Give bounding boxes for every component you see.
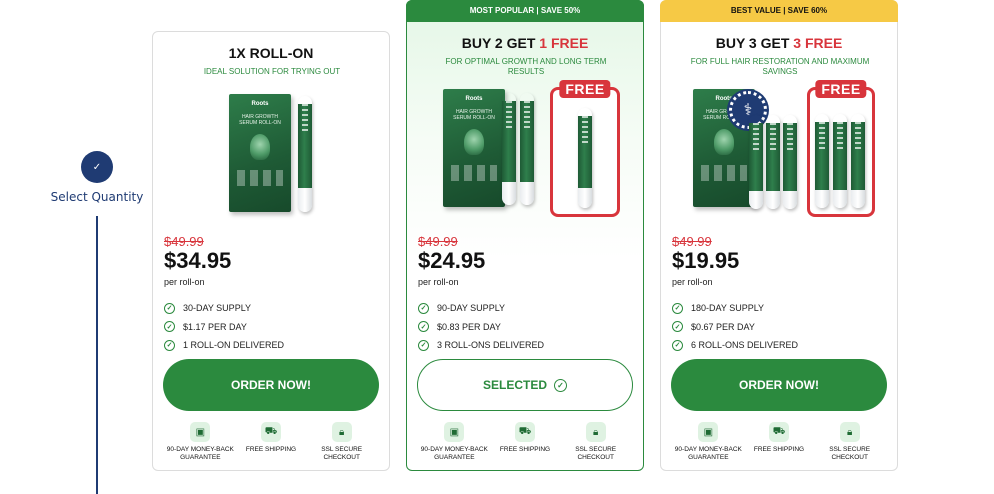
check-circle-icon: ✓	[418, 339, 429, 351]
check-circle-icon: ✓	[554, 378, 567, 392]
wallet-icon: ▣	[444, 422, 465, 442]
package-card-1x[interactable]: 1X ROLL-ON IDEAL SOLUTION FOR TRYING OUT…	[152, 31, 390, 471]
package-title: 1X ROLL-ON	[228, 45, 314, 61]
roll-on-bottle	[502, 93, 516, 205]
product-image: Roots HAIR GROWTH SERUM ROLL-ON	[229, 94, 319, 219]
price-unit: per roll-on	[418, 277, 459, 287]
roll-on-bottle	[815, 114, 829, 208]
free-item-frame: FREE	[807, 80, 875, 217]
original-price: $49.99	[672, 234, 712, 249]
trust-badges: ▣ 90-DAY MONEY-BACK GUARANTEE ⛟ FREE SHIPP…	[407, 422, 643, 462]
feature-list: ✓ 30-DAY SUPPLY ✓ $1.17 PER DAY ✓ 1 ROLL-ON…	[164, 299, 374, 355]
feature-item: ✓ 30-DAY SUPPLY	[164, 299, 374, 318]
order-now-button[interactable]: ORDER NOW!	[163, 359, 379, 411]
original-price: $49.99	[164, 234, 204, 249]
sale-price: $34.95	[164, 248, 232, 273]
package-card-buy3get3[interactable]: BEST VALUE | SAVE 60% BUY 3 GET 3 FREE F…	[660, 0, 898, 471]
check-circle-icon: ✓	[418, 321, 429, 333]
badge-ssl: 🔒︎ SSL SECURE CHECKOUT	[306, 422, 377, 462]
feature-list: ✓ 90-DAY SUPPLY ✓ $0.83 PER DAY ✓ 3 ROLL-ON…	[418, 299, 628, 355]
check-circle-icon: ✓	[672, 321, 683, 333]
lock-icon: 🔒︎	[585, 422, 606, 442]
feature-item: ✓ 6 ROLL-ONS DELIVERED	[672, 336, 882, 355]
step-label: Select Quantity	[50, 190, 144, 204]
best-value-banner: BEST VALUE | SAVE 60%	[660, 0, 898, 22]
check-circle-icon: ✓	[672, 339, 683, 351]
badge-money-back: ▣ 90-DAY MONEY-BACK GUARANTEE	[419, 422, 490, 462]
roll-on-bottle	[749, 115, 763, 209]
check-circle-icon: ✓	[418, 302, 429, 314]
trust-badges: ▣ 90-DAY MONEY-BACK GUARANTEE ⛟ FREE SHIPP…	[661, 422, 897, 462]
order-now-button[interactable]: ORDER NOW!	[671, 359, 887, 411]
lock-icon: 🔒︎	[839, 422, 860, 442]
badge-ssl: 🔒︎ SSL SECURE CHECKOUT	[560, 422, 631, 462]
roll-on-bottle	[783, 115, 797, 209]
feature-item: ✓ 90-DAY SUPPLY	[418, 299, 628, 318]
truck-icon: ⛟	[515, 422, 535, 442]
feature-item: ✓ 180-DAY SUPPLY	[672, 299, 882, 318]
feature-list: ✓ 180-DAY SUPPLY ✓ $0.67 PER DAY ✓ 6 ROLL-O…	[672, 299, 882, 355]
roll-on-bottle	[766, 115, 780, 209]
free-tag: FREE	[815, 80, 867, 98]
roll-on-bottle	[298, 96, 312, 212]
wallet-icon: ▣	[190, 422, 211, 442]
free-item-frame: FREE	[550, 80, 620, 217]
sale-price: $24.95	[418, 248, 486, 273]
package-subtitle: FOR FULL HAIR RESTORATION AND MAXIMUM SA…	[690, 57, 870, 76]
roll-on-bottle	[851, 114, 865, 208]
badge-ssl: 🔒︎ SSL SECURE CHECKOUT	[814, 422, 885, 462]
lock-icon: 🔒︎	[331, 422, 352, 442]
truck-icon: ⛟	[261, 422, 281, 442]
feature-item: ✓ $0.67 PER DAY	[672, 318, 882, 337]
selected-button[interactable]: SELECTED ✓	[417, 359, 633, 411]
package-subtitle: IDEAL SOLUTION FOR TRYING OUT	[203, 67, 341, 76]
package-title: BUY 2 GET 1 FREE	[461, 35, 589, 51]
package-card-buy2get1[interactable]: MOST POPULAR | SAVE 50% BUY 2 GET 1 FREE…	[406, 0, 644, 471]
check-circle-icon: ✓	[164, 302, 175, 314]
step-indicator-check-icon: ✓	[81, 151, 113, 183]
feature-item: ✓ 1 ROLL-ON DELIVERED	[164, 336, 374, 355]
badge-free-shipping: ⛟ FREE SHIPPING	[744, 422, 815, 462]
feature-item: ✓ 3 ROLL-ONS DELIVERED	[418, 336, 628, 355]
feature-item: ✓ $1.17 PER DAY	[164, 318, 374, 337]
package-subtitle: FOR OPTIMAL GROWTH AND LONG TERM RESULTS	[445, 57, 607, 76]
wallet-icon: ▣	[698, 422, 719, 442]
roll-on-bottle	[520, 93, 534, 205]
product-image: Roots HAIR GROWTH SERUM ROLL-ON ⚕ FREE	[689, 80, 879, 217]
price-unit: per roll-on	[164, 277, 205, 287]
check-circle-icon: ✓	[164, 339, 175, 351]
roll-on-bottle	[833, 114, 847, 208]
most-popular-banner: MOST POPULAR | SAVE 50%	[406, 0, 644, 22]
badge-free-shipping: ⛟ FREE SHIPPING	[490, 422, 561, 462]
badge-money-back: ▣ 90-DAY MONEY-BACK GUARANTEE	[673, 422, 744, 462]
free-tag: FREE	[559, 80, 611, 98]
roll-on-bottle	[578, 108, 592, 208]
original-price: $49.99	[418, 234, 458, 249]
truck-icon: ⛟	[769, 422, 789, 442]
sale-price: $19.95	[672, 248, 740, 273]
product-box: Roots HAIR GROWTH SERUM ROLL-ON	[443, 89, 505, 207]
badge-free-shipping: ⛟ FREE SHIPPING	[236, 422, 307, 462]
feature-item: ✓ $0.83 PER DAY	[418, 318, 628, 337]
check-circle-icon: ✓	[164, 321, 175, 333]
check-circle-icon: ✓	[672, 302, 683, 314]
price-unit: per roll-on	[672, 277, 713, 287]
product-box: Roots HAIR GROWTH SERUM ROLL-ON	[229, 94, 291, 212]
package-title: BUY 3 GET 3 FREE	[715, 35, 843, 51]
trust-badges: ▣ 90-DAY MONEY-BACK GUARANTEE ⛟ FREE SHIPP…	[153, 422, 389, 462]
product-image: Roots HAIR GROWTH SERUM ROLL-ON FREE	[443, 80, 623, 217]
badge-money-back: ▣ 90-DAY MONEY-BACK GUARANTEE	[165, 422, 236, 462]
step-connector-line	[96, 216, 98, 494]
